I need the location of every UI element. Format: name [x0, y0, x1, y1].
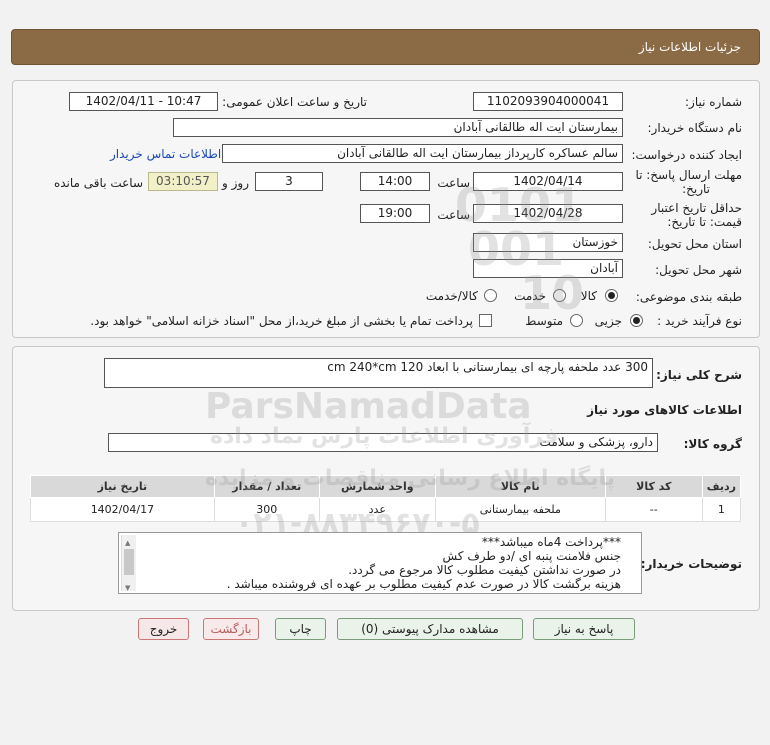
category-radio-service[interactable] [553, 289, 566, 302]
process-radio-medium[interactable] [570, 314, 583, 327]
category-option-service: خدمت [514, 289, 546, 303]
need-number-field: 1102093904000041 [473, 92, 623, 111]
col-code: کد کالا [604, 475, 703, 498]
goods-group-label: گروه کالا: [683, 437, 742, 451]
validity-time-field: 19:00 [360, 204, 430, 223]
back-button[interactable]: بازگشت [203, 618, 259, 640]
deadline-date-field: 1402/04/14 [473, 172, 623, 191]
province-field: خوزستان [473, 233, 623, 252]
process-label: نوع فرآیند خرید : [657, 314, 742, 328]
table-row: 1 -- ملحفه بیمارستانی عدد 300 1402/04/17 [30, 497, 742, 522]
need-number-label: شماره نیاز: [685, 95, 742, 109]
deadline-time-field: 14:00 [360, 172, 430, 191]
validity-date-field: 1402/04/28 [473, 204, 623, 223]
contact-buyer-link[interactable]: اطلاعات تماس خریدار [110, 147, 221, 161]
summary-field: 300 عدد ملحفه پارچه ای بیمارستانی با ابع… [104, 358, 653, 388]
scroll-thumb[interactable] [124, 549, 134, 575]
days-field: 3 [255, 172, 323, 191]
days-label: روز و [222, 176, 249, 190]
validity-label: حداقل تاریخ اعتبار [651, 201, 742, 215]
process-radio-minor[interactable] [630, 314, 643, 327]
exit-button[interactable]: خروج [138, 618, 189, 640]
cell-name: ملحفه بیمارستانی [434, 497, 606, 522]
creator-label: ایجاد کننده درخواست: [631, 148, 742, 162]
col-row: ردیف [701, 475, 742, 498]
buyer-org-field: بیمارستان ایت اله طالقانی آبادان [173, 118, 623, 137]
treasury-payment-checkbox[interactable] [479, 314, 492, 327]
col-need-date: تاریخ نیاز [30, 475, 215, 498]
scroll-up-icon[interactable]: ▲ [125, 536, 130, 550]
cell-row: 1 [701, 497, 742, 522]
cell-code: -- [604, 497, 703, 522]
remaining-time-field: 03:10:57 [148, 172, 218, 191]
city-label: شهر محل تحویل: [655, 263, 742, 277]
col-unit: واحد شمارش [318, 475, 436, 498]
reply-button[interactable]: پاسخ به نیاز [533, 618, 635, 640]
province-label: استان محل تحویل: [647, 237, 742, 251]
validity-label-date: قیمت: تا تاریخ: [667, 215, 742, 229]
goods-table: ردیف کد کالا نام کالا واحد شمارش تعداد /… [30, 475, 742, 522]
attachments-button[interactable]: مشاهده مدارک پیوستی (0) [337, 618, 523, 640]
col-quantity: تعداد / مقدار [213, 475, 320, 498]
deadline-label: مهلت ارسال پاسخ: تا [635, 168, 742, 182]
category-option-goods-service: کالا/خدمت [425, 289, 478, 303]
creator-field: سالم عساکره کارپرداز بیمارستان ایت اله ط… [222, 144, 623, 163]
page-header: جزئیات اطلاعات نیاز [11, 29, 760, 65]
buyer-notes-line: ***پرداخت 4ماه میباشد*** [481, 535, 621, 549]
col-name: نام کالا [434, 475, 606, 498]
announce-field: 1402/04/11 - 10:47 [69, 92, 218, 111]
scroll-down-icon[interactable]: ▼ [125, 581, 130, 593]
cell-unit: عدد [318, 497, 436, 522]
validity-time-label: ساعت [437, 208, 470, 222]
goods-group-field: دارو، پزشکی و سلامت [108, 433, 658, 452]
city-field: آبادان [473, 259, 623, 278]
treasury-payment-note: پرداخت تمام یا بخشی از مبلغ خرید،از محل … [90, 314, 473, 328]
goods-info-title: اطلاعات کالاهای مورد نیاز [587, 403, 742, 417]
deadline-time-label: ساعت [437, 176, 470, 190]
buyer-notes-scrollbar[interactable]: ▲ ▼ [121, 535, 136, 593]
page-title: جزئیات اطلاعات نیاز [638, 40, 741, 54]
buyer-notes-line: جنس فلامنت پنبه ای /دو طرف کش [442, 549, 622, 563]
buyer-notes-line: در صورت نداشتن کیفیت مطلوب کالا مرجوع می… [348, 563, 621, 577]
buyer-notes-label: توضیحات خریدار: [640, 557, 742, 571]
goods-table-header: ردیف کد کالا نام کالا واحد شمارش تعداد /… [30, 475, 742, 498]
cell-need-date: 1402/04/17 [30, 497, 215, 522]
category-radio-goods[interactable] [605, 289, 618, 302]
deadline-label-date: تاریخ: [682, 182, 710, 196]
category-radio-goods-service[interactable] [484, 289, 497, 302]
process-option-medium: متوسط [525, 314, 563, 328]
cell-quantity: 300 [213, 497, 320, 522]
buyer-notes-box[interactable]: ***پرداخت 4ماه میباشد*** جنس فلامنت پنبه… [118, 532, 642, 594]
process-option-minor: جزیی [594, 314, 622, 328]
category-label: طبقه بندی موضوعی: [635, 290, 742, 304]
buyer-org-label: نام دستگاه خریدار: [647, 121, 743, 135]
announce-label: تاریخ و ساعت اعلان عمومی: [222, 95, 367, 109]
summary-label: شرح کلی نیاز: [656, 368, 742, 382]
print-button[interactable]: چاپ [275, 618, 326, 640]
remaining-label: ساعت باقی مانده [53, 176, 143, 190]
category-option-goods: کالا [580, 289, 597, 303]
buyer-notes-line: هزینه برگشت کالا در صورت عدم کیفیت مطلوب… [226, 577, 621, 591]
